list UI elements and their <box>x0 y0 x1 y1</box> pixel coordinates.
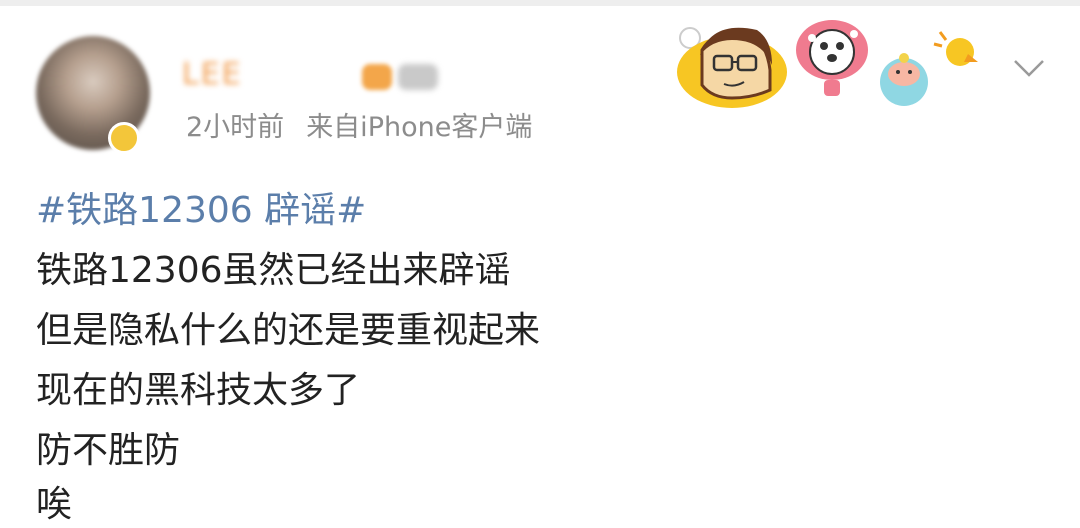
topic-hashtag[interactable]: #铁路12306 辟谣# <box>36 188 366 234</box>
post-text-line: 防不胜防 <box>36 430 181 471</box>
username[interactable]: LEE <box>182 55 432 95</box>
member-badge-icon <box>362 64 392 90</box>
post-meta: 2小时前 来自iPhone客户端 <box>186 110 554 146</box>
cartoon-stickers-icon <box>677 20 978 108</box>
post-text-line: 铁路12306虽然已经出来辟谣 <box>36 250 511 291</box>
top-divider <box>0 0 1080 6</box>
post-text-line: 现在的黑科技太多了 <box>36 370 361 411</box>
glasses-face-icon <box>677 27 787 108</box>
verified-badge-icon <box>108 122 140 154</box>
level-badge-icon <box>398 64 438 90</box>
post-text-line: 唉 <box>36 484 73 525</box>
pink-dog-icon <box>796 20 868 96</box>
yellow-bird-icon <box>933 31 978 66</box>
post-source[interactable]: 来自iPhone客户端 <box>306 112 532 143</box>
chevron-down-icon[interactable] <box>1012 56 1046 80</box>
blob-character-icon <box>880 53 928 106</box>
post-time: 2小时前 <box>186 112 285 143</box>
post-text-line: 但是隐私什么的还是要重视起来 <box>36 310 541 351</box>
